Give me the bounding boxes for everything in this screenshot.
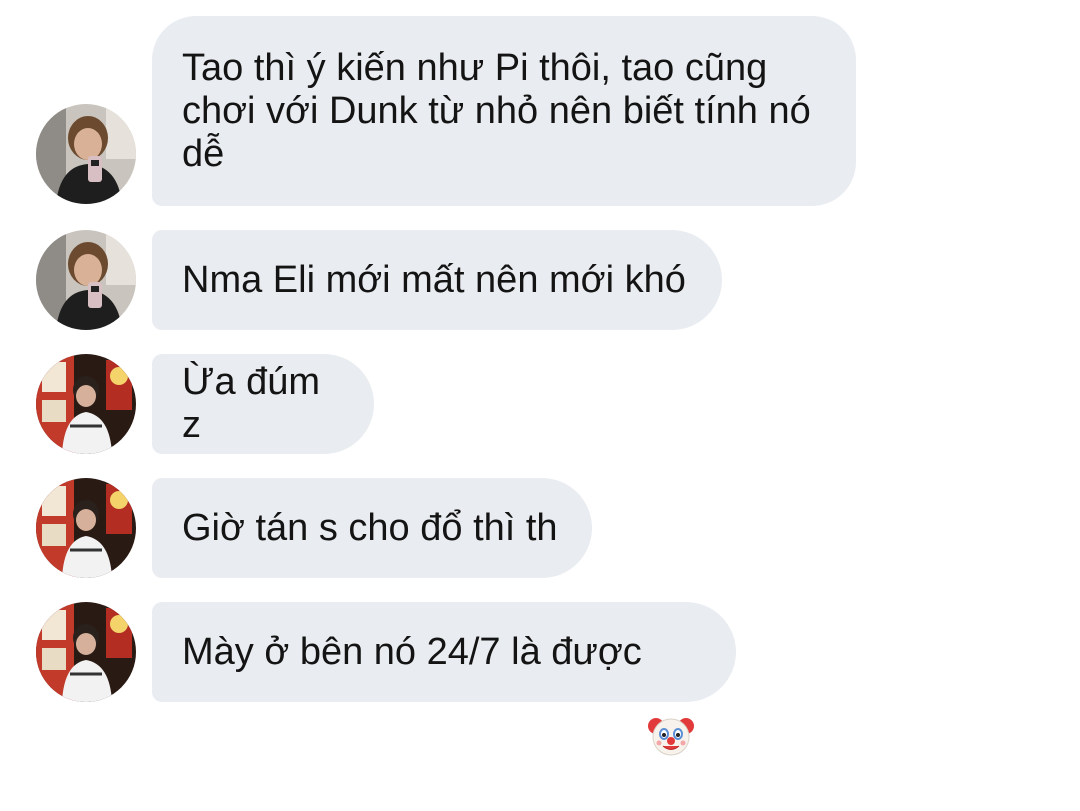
avatar-user-b[interactable] [36,354,136,454]
message-bubble[interactable]: Giờ tán s cho đổ thì th [152,478,592,578]
avatar-photo-icon [36,230,136,330]
avatar-user-b[interactable] [36,602,136,702]
avatar-photo-icon [36,478,136,578]
avatar-user-a[interactable] [36,104,136,204]
message-bubble[interactable]: Tao thì ý kiến như Pi thôi, tao cũng chơ… [152,16,856,206]
message-text: Tao thì ý kiến như Pi thôi, tao cũng chơ… [182,46,811,175]
message-text: Ừa đúm z [182,361,331,446]
avatar-photo-icon [36,354,136,454]
message-bubble[interactable]: Nma Eli mới mất nên mới khó [152,230,722,330]
avatar-user-a[interactable] [36,230,136,330]
avatar-photo-icon [36,602,136,702]
message-text: Mày ở bên nó 24/7 là được [182,630,642,673]
message-text: Giờ tán s cho đổ thì th [182,506,558,549]
avatar-user-b[interactable] [36,478,136,578]
message-bubble[interactable]: Mày ở bên nó 24/7 là được [152,602,736,756]
message-bubble[interactable]: Ừa đúm z [152,354,374,454]
message-text: Nma Eli mới mất nên mới khó [182,258,686,301]
clown-face-icon [647,626,694,756]
avatar-photo-icon [36,104,136,204]
